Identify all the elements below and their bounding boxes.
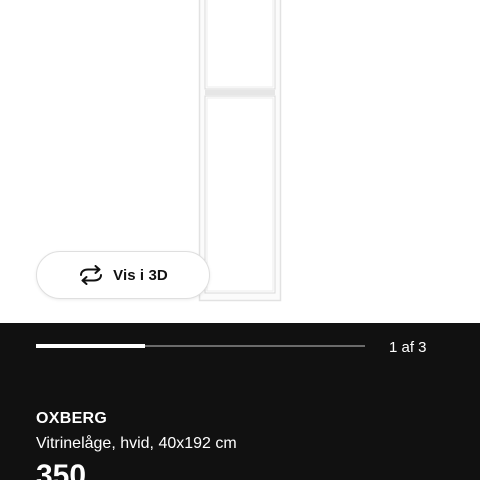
product-description: Vitrinelåge, hvid, 40x192 cm: [36, 435, 237, 452]
gallery-page-counter: 1 af 3: [389, 339, 427, 356]
rotate-arrows-icon: [78, 265, 104, 285]
view-in-3d-label: Vis i 3D: [113, 266, 168, 284]
product-price: 350: [36, 459, 87, 480]
view-in-3d-button[interactable]: Vis i 3D: [36, 251, 210, 299]
product-image: [198, 0, 282, 302]
product-name: OXBERG: [36, 410, 108, 427]
gallery-progress-fill: [36, 344, 145, 348]
product-info-panel: 1 af 3 OXBERG Vitrinelåge, hvid, 40x192 …: [0, 323, 480, 480]
gallery-progress-track: [36, 344, 365, 348]
